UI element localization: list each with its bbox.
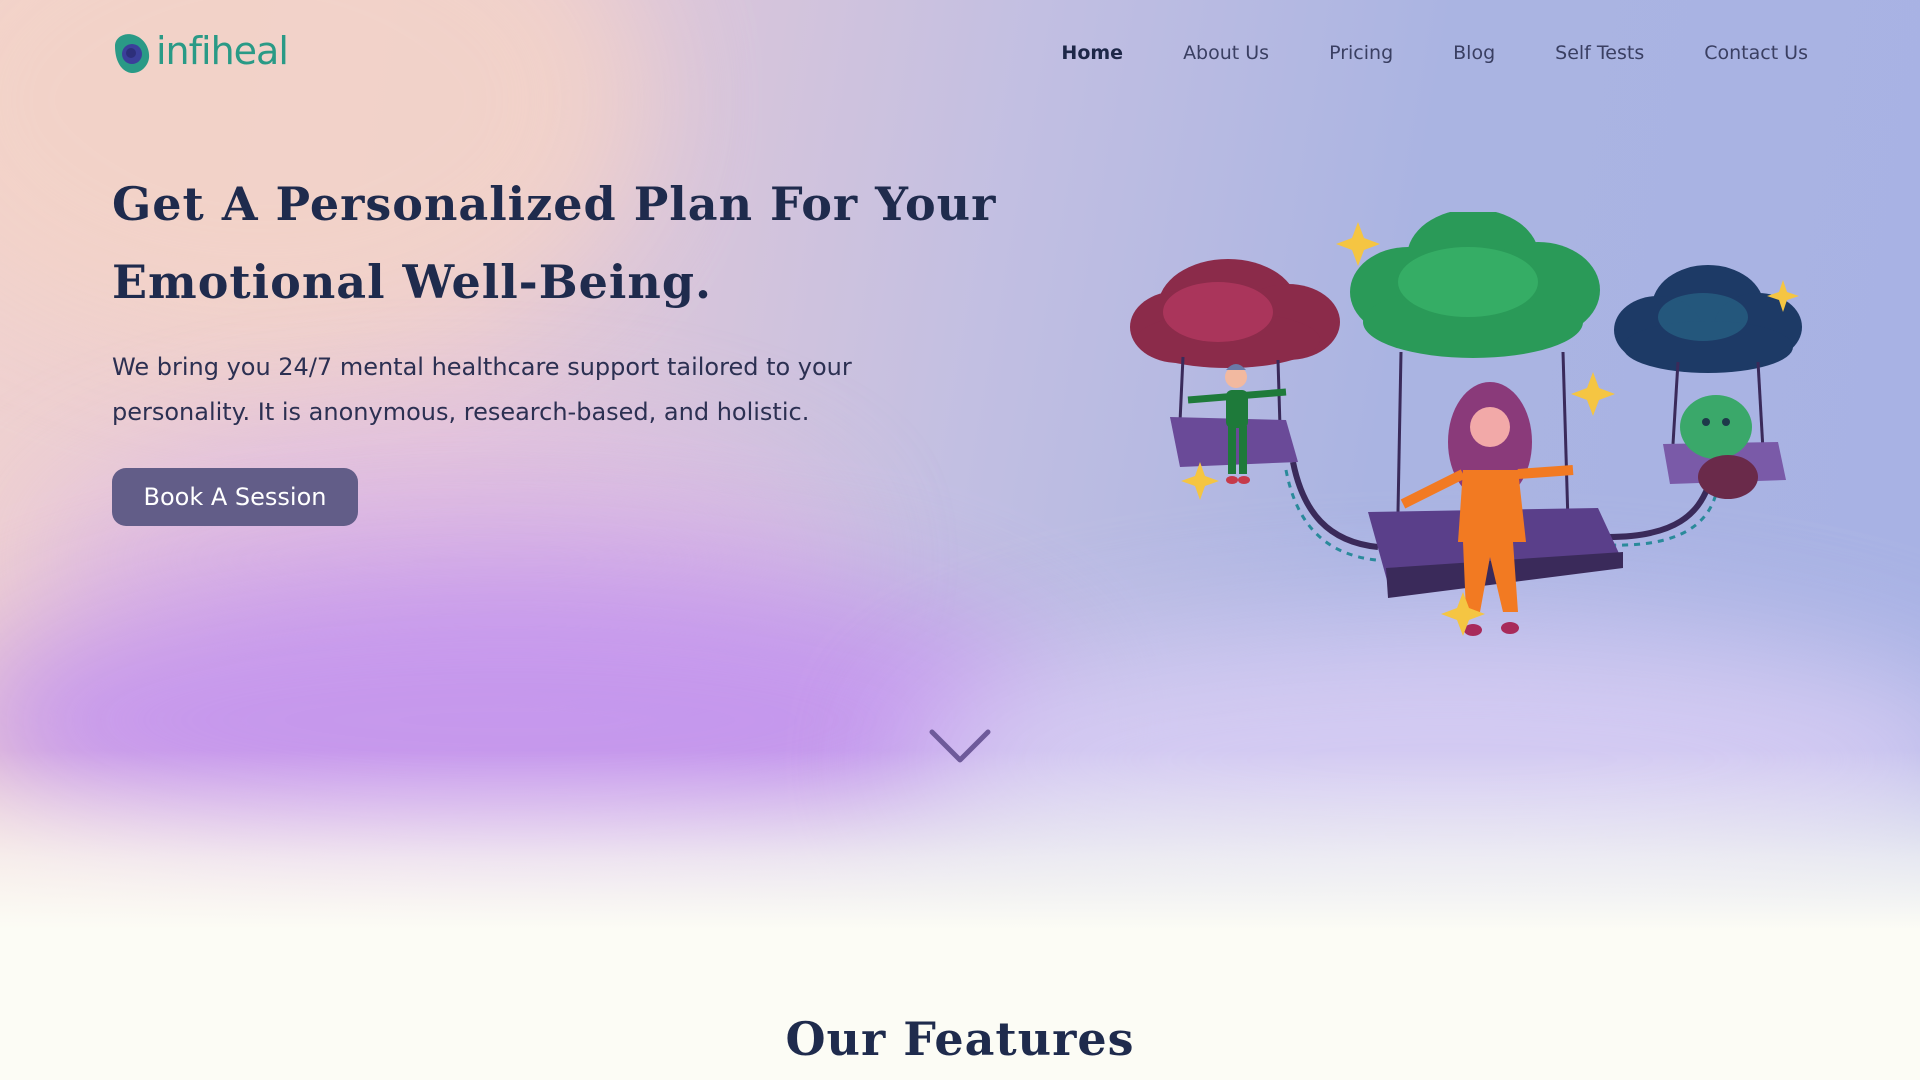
nav-blog[interactable]: Blog — [1453, 42, 1495, 64]
top-navigation: infiheal Home About Us Pricing Blog Self… — [112, 28, 1808, 78]
book-session-button[interactable]: Book A Session — [112, 468, 358, 526]
features-title: Our Features — [785, 1012, 1135, 1066]
people-on-cloud-swings-illustration — [1130, 212, 1802, 636]
cloud-red — [1130, 259, 1340, 368]
chevron-down-icon[interactable] — [928, 726, 992, 766]
nav-pricing[interactable]: Pricing — [1329, 42, 1393, 64]
nav-home[interactable]: Home — [1061, 42, 1123, 64]
logo[interactable]: infiheal — [112, 29, 289, 74]
cloud-green — [1350, 212, 1600, 358]
hero-subtitle: We bring you 24/7 mental healthcare supp… — [112, 353, 852, 426]
hero-title: Get A Personalized Plan For Your Emotion… — [112, 177, 997, 309]
cloud-navy — [1614, 265, 1802, 373]
leaf-drop-icon — [115, 34, 150, 73]
logo-wordmark: infiheal — [156, 29, 289, 73]
nav-contact-us[interactable]: Contact Us — [1704, 42, 1808, 64]
nav-self-tests[interactable]: Self Tests — [1555, 42, 1644, 64]
nav-menu: Home About Us Pricing Blog Self Tests Co… — [1001, 42, 1808, 64]
page: infiheal Home About Us Pricing Blog Self… — [0, 0, 1920, 1080]
nav-about-us[interactable]: About Us — [1183, 42, 1269, 64]
